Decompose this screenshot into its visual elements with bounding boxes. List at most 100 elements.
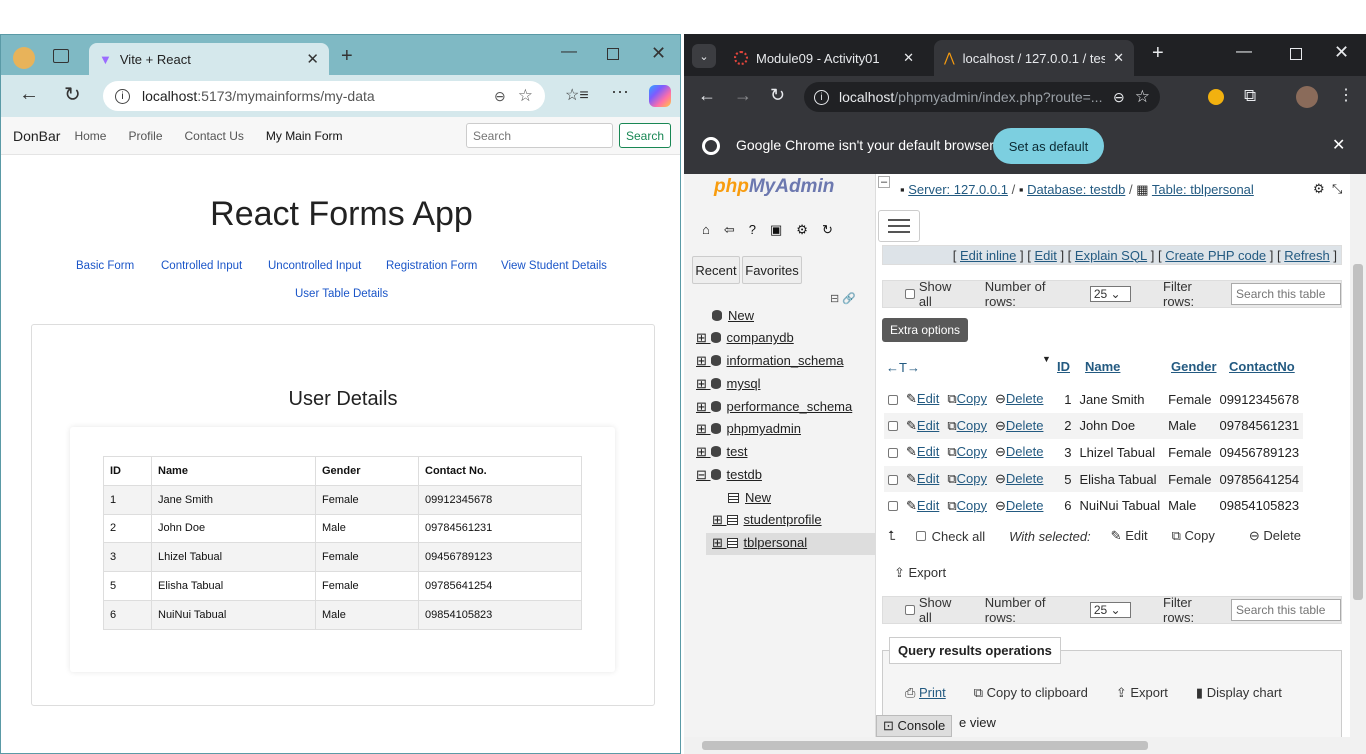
row-copy-link[interactable]: Copy xyxy=(957,391,987,406)
logout-icon[interactable]: ⇦ xyxy=(724,222,735,238)
close-tab-icon[interactable]: ✕ xyxy=(903,50,914,66)
forward-arrow-icon[interactable]: → xyxy=(734,85,752,106)
tab-recent[interactable]: Recent xyxy=(692,256,740,284)
create-view-link[interactable]: e view xyxy=(959,715,996,730)
col-header-id[interactable]: ID xyxy=(1057,359,1070,374)
row-edit-link[interactable]: Edit xyxy=(917,471,939,486)
edge-url-field[interactable]: i localhost:5173/mymainforms/my-data ⊖ ☆ xyxy=(103,81,545,111)
copy-clipboard-link[interactable]: ⧉ Copy to clipboard xyxy=(974,685,1088,701)
new-tab-icon[interactable]: + xyxy=(341,45,353,68)
row-edit-link[interactable]: Edit xyxy=(917,444,939,459)
set-default-button[interactable]: Set as default xyxy=(993,128,1104,164)
row-edit-link[interactable]: Edit xyxy=(917,418,939,433)
zoom-icon[interactable]: ⊖ xyxy=(494,88,506,105)
bulk-edit-button[interactable]: ✎ Edit xyxy=(1111,528,1148,544)
info-icon[interactable]: i xyxy=(814,89,829,105)
copilot-icon[interactable] xyxy=(649,85,671,107)
display-chart-link[interactable]: ▮ Display chart xyxy=(1196,685,1282,701)
bulk-export-button[interactable]: ⇪ Export xyxy=(894,565,946,581)
nav-link-main-form[interactable]: My Main Form xyxy=(266,129,343,143)
minimize-icon[interactable]: — xyxy=(561,43,577,61)
navbar-search-input[interactable] xyxy=(466,123,613,148)
link-user-table-details[interactable]: User Table Details xyxy=(295,288,388,300)
row-delete-link[interactable]: Delete xyxy=(1006,471,1044,486)
maximize-icon[interactable] xyxy=(1290,48,1302,60)
favorites-icon[interactable]: ☆≡ xyxy=(565,85,589,105)
new-tab-icon[interactable]: + xyxy=(1152,42,1164,65)
extensions-puzzle-icon[interactable]: ⧉ xyxy=(1244,86,1256,106)
menu-hamburger-icon[interactable] xyxy=(878,210,920,242)
bulk-delete-button[interactable]: ⊖ Delete xyxy=(1249,528,1301,544)
link-registration-form[interactable]: Registration Form xyxy=(386,260,477,272)
vertical-scrollbar[interactable] xyxy=(1350,174,1366,737)
chrome-url-field[interactable]: i localhost/phpmyadmin/index.php?route=.… xyxy=(804,82,1160,112)
show-all-checkbox[interactable] xyxy=(905,605,915,615)
create-php-link[interactable]: Create PHP code xyxy=(1165,248,1266,263)
export-link[interactable]: ⇪ Export xyxy=(1116,685,1168,701)
info-icon[interactable]: i xyxy=(115,88,130,104)
check-all-checkbox[interactable] xyxy=(915,531,926,541)
tab-actions-icon[interactable] xyxy=(53,49,69,63)
navbar-brand[interactable]: DonBar xyxy=(13,128,60,144)
breadcrumb-table[interactable]: Table: tblpersonal xyxy=(1152,182,1254,197)
bookmark-star-icon[interactable]: ☆ xyxy=(1135,87,1150,107)
row-copy-link[interactable]: Copy xyxy=(957,444,987,459)
console-toggle[interactable]: ⊡ Console xyxy=(876,715,953,737)
tree-item-phpmyadmin[interactable]: ⊞ phpmyadmin xyxy=(696,421,801,437)
tree-item-performance-schema[interactable]: ⊞ performance_schema xyxy=(696,399,852,415)
link-uncontrolled-input[interactable]: Uncontrolled Input xyxy=(268,260,361,272)
close-infobar-icon[interactable]: ✕ xyxy=(1332,135,1345,155)
row-copy-link[interactable]: Copy xyxy=(957,471,987,486)
reload-icon[interactable]: ↻ xyxy=(64,82,81,107)
profile-avatar[interactable] xyxy=(13,47,35,69)
breadcrumb-server[interactable]: Server: 127.0.0.1 xyxy=(908,182,1008,197)
filter-rows-input[interactable] xyxy=(1231,599,1342,621)
tree-item-information-schema[interactable]: ⊞ information_schema xyxy=(696,353,844,369)
link-basic-form[interactable]: Basic Form xyxy=(76,260,134,272)
row-delete-link[interactable]: Delete xyxy=(1006,498,1044,513)
page-settings-gear-icon[interactable]: ⚙ xyxy=(1313,181,1325,197)
row-delete-link[interactable]: Delete xyxy=(1006,444,1044,459)
tree-item-tblpersonal[interactable]: ⊞ tblpersonal xyxy=(706,533,876,555)
tree-item-mysql[interactable]: ⊞ mysql xyxy=(696,376,760,392)
horizontal-scroll-thumb[interactable] xyxy=(702,741,1148,750)
nav-link-home[interactable]: Home xyxy=(74,129,106,143)
tree-item-companydb[interactable]: ⊞ companydb xyxy=(696,330,794,346)
col-header-name[interactable]: Name xyxy=(1085,359,1120,374)
tab-search-icon[interactable]: ⌄ xyxy=(692,44,716,68)
edge-tab-vite[interactable]: ▼ Vite + React ✕ xyxy=(89,43,329,75)
collapse-all-icon[interactable]: ⊟ 🔗 xyxy=(830,292,856,305)
column-arrows-icon[interactable]: ←T→ xyxy=(886,360,920,375)
row-copy-link[interactable]: Copy xyxy=(957,418,987,433)
col-header-gender[interactable]: Gender xyxy=(1171,359,1217,374)
navbar-search-button[interactable]: Search xyxy=(619,123,671,148)
row-copy-link[interactable]: Copy xyxy=(957,498,987,513)
tree-item-testdb[interactable]: ⊟ testdb xyxy=(696,467,762,483)
link-controlled-input[interactable]: Controlled Input xyxy=(161,260,242,272)
profile-avatar[interactable] xyxy=(1296,86,1318,108)
extra-options-button[interactable]: Extra options xyxy=(882,318,969,342)
minimize-icon[interactable]: — xyxy=(1236,43,1252,61)
docs-icon[interactable]: ▣ xyxy=(770,222,782,238)
chrome-tab-pma[interactable]: ⋀ localhost / 127.0.0.1 / testd ✕ xyxy=(934,40,1134,76)
num-rows-select[interactable]: 25 ⌄ xyxy=(1089,602,1131,618)
back-arrow-icon[interactable]: ← xyxy=(19,83,39,106)
row-checkbox[interactable] xyxy=(888,474,898,485)
close-tab-icon[interactable]: ✕ xyxy=(1113,50,1124,66)
row-checkbox[interactable] xyxy=(888,447,898,458)
bulk-copy-button[interactable]: ⧉ Copy xyxy=(1172,528,1215,544)
vertical-scroll-thumb[interactable] xyxy=(1353,264,1363,600)
extension-icon[interactable] xyxy=(1208,89,1224,105)
row-edit-link[interactable]: Edit xyxy=(917,391,939,406)
close-tab-icon[interactable]: ✕ xyxy=(306,50,319,68)
num-rows-select[interactable]: 25 ⌄ xyxy=(1089,286,1131,302)
tree-item-new[interactable]: New xyxy=(712,308,754,323)
settings-gear-icon[interactable]: ⚙ xyxy=(796,222,808,238)
tab-favorites[interactable]: Favorites xyxy=(742,256,802,284)
explain-sql-link[interactable]: Explain SQL xyxy=(1075,248,1147,263)
print-link[interactable]: ⎙ Print xyxy=(905,685,946,701)
edit-inline-link[interactable]: Edit inline xyxy=(960,248,1016,263)
link-view-student-details[interactable]: View Student Details xyxy=(501,260,607,272)
more-menu-icon[interactable]: ⋮ xyxy=(1338,85,1354,105)
row-delete-link[interactable]: Delete xyxy=(1006,418,1044,433)
